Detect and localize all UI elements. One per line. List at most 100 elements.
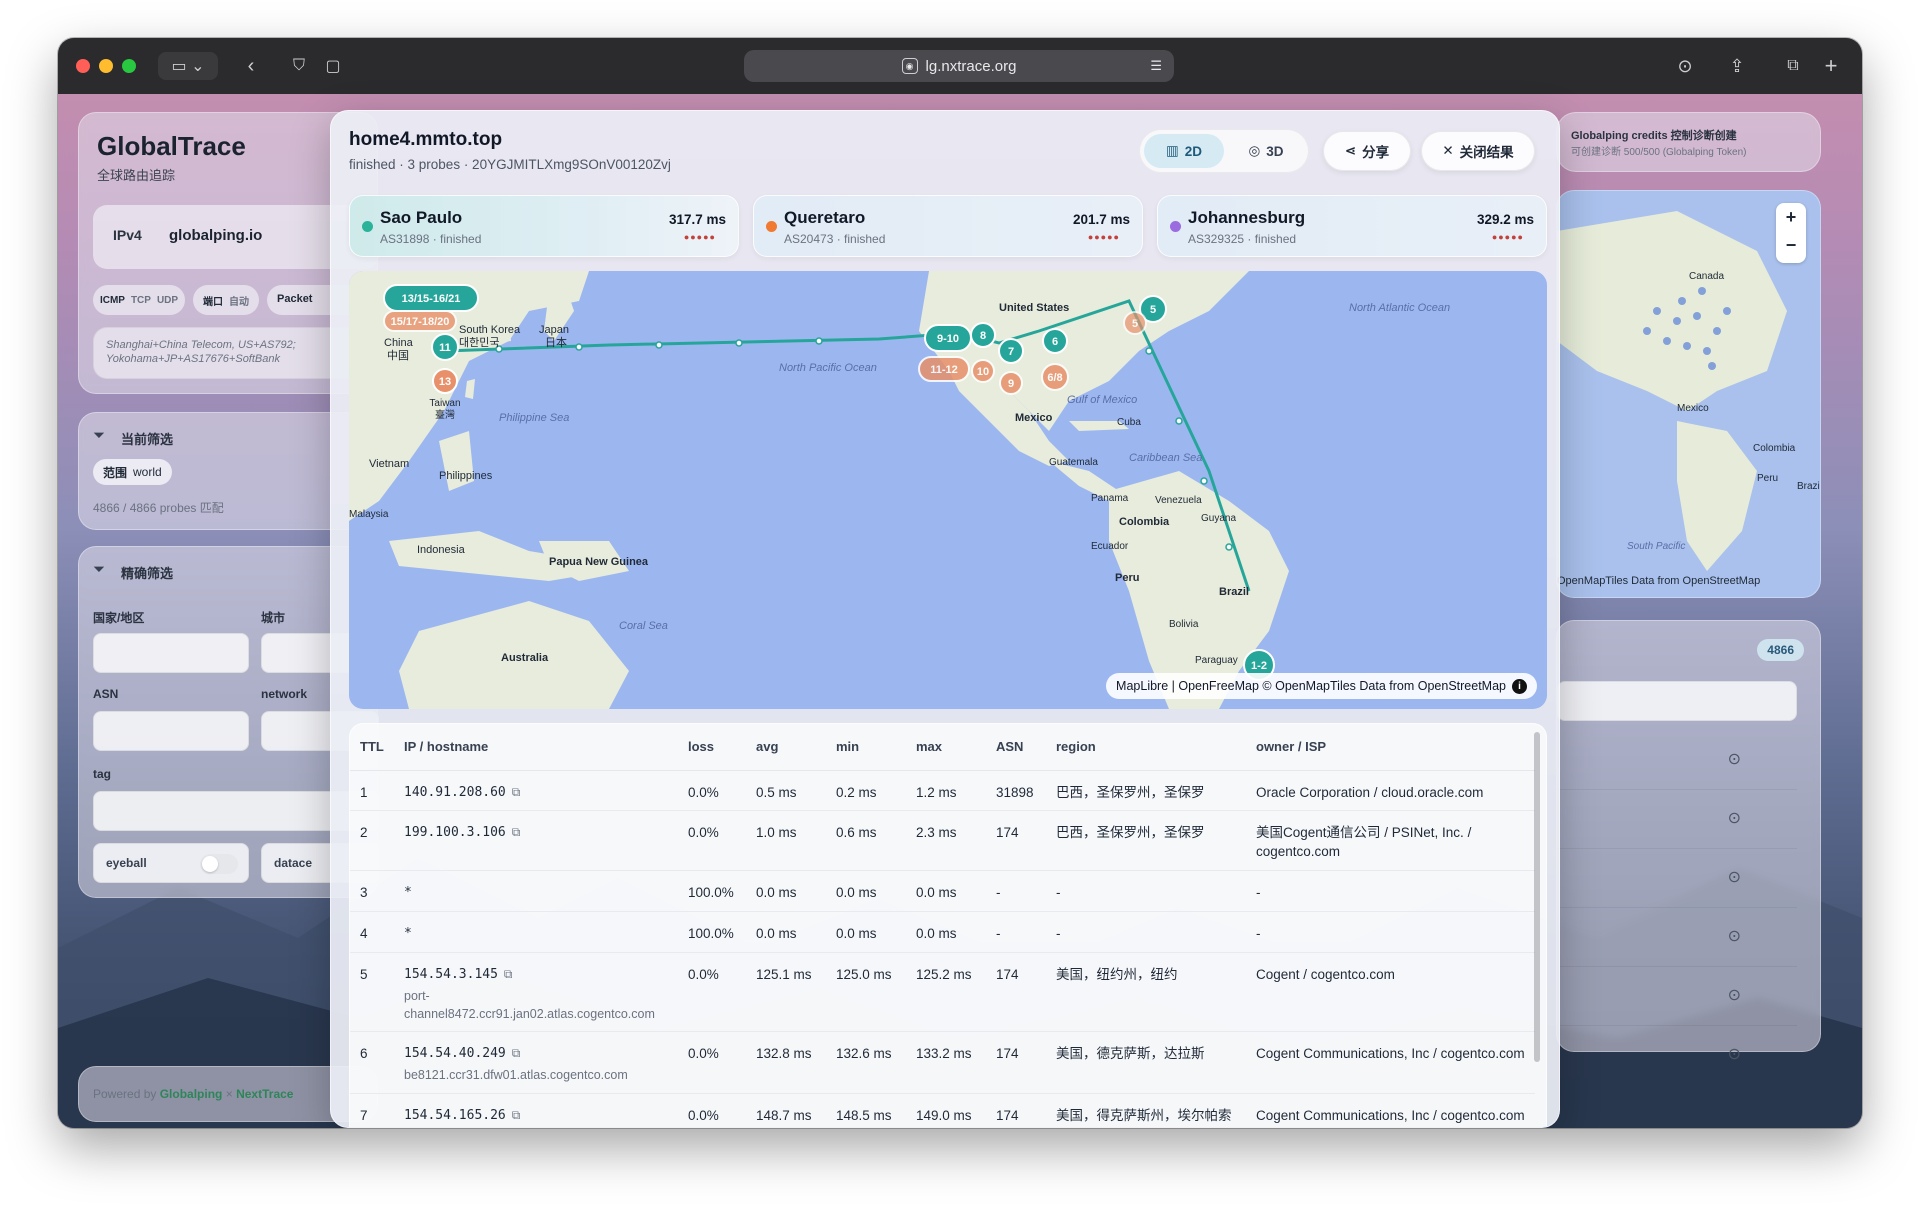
external-link-icon[interactable]: ⧉ [512, 824, 521, 841]
reader-icon[interactable]: ▢ [318, 52, 348, 80]
privacy-shield-icon[interactable]: ⛉ [284, 52, 314, 80]
table-row[interactable]: 5 154.54.3.145 ⧉ port-channel8472.ccr91.ja… [350, 952, 1535, 1033]
list-item[interactable]: ⊙ [1557, 849, 1797, 908]
probe-tab-sao-paulo[interactable]: Sao Paulo AS31898 · finished 317.7 ms ●●… [349, 195, 739, 257]
place-label-australia: Australia [501, 652, 549, 664]
list-item[interactable]: ⊙ [1557, 908, 1797, 967]
table-row[interactable]: 7 154.54.165.26 ⧉ 0.0% 148.7 ms 148.5 ms … [350, 1093, 1535, 1127]
powered-by-text: Powered by Globalping × NextTrace [93, 1087, 293, 1101]
hop-ip[interactable]: 154.54.40.249 [404, 1046, 506, 1061]
hop-min: 148.5 ms [826, 1093, 906, 1127]
hop-asn: 174 [986, 952, 1046, 1033]
table-row[interactable]: 1 140.91.208.60 ⧉ 0.0% 0.5 ms 0.2 ms 1.2 … [350, 770, 1535, 812]
hop-ip[interactable]: 154.54.3.145 [404, 967, 498, 982]
list-item[interactable]: ⊙ [1557, 790, 1797, 849]
port-selector[interactable]: 端口 自动 [193, 285, 259, 315]
hop-max: 1.2 ms [906, 770, 986, 812]
probe-search-input[interactable] [1557, 681, 1797, 721]
hop-loss: 0.0% [678, 770, 746, 812]
share-icon[interactable]: ⇪ [1722, 52, 1752, 80]
probe-asn: AS20473 · finished [784, 232, 886, 246]
hop-ip[interactable]: 154.54.165.26 [404, 1108, 506, 1123]
credits-title: Globalping credits 控制诊断创建 [1571, 130, 1737, 142]
nexttrace-link[interactable]: NextTrace [236, 1087, 293, 1101]
protocol-tcp[interactable]: TCP [131, 295, 151, 306]
hop-avg: 148.7 ms [746, 1093, 826, 1127]
table-row[interactable]: 2 199.100.3.106 ⧉ 0.0% 1.0 ms 0.6 ms 2.3 … [350, 810, 1535, 872]
list-item[interactable]: ⊙ [1557, 731, 1797, 790]
view-2d-button[interactable]: ▥ 2D [1144, 134, 1224, 168]
table-scrollbar[interactable] [1534, 732, 1540, 1062]
new-tab-icon[interactable]: + [1816, 52, 1846, 80]
location-pin-icon: ⊙ [1727, 1046, 1741, 1063]
hop-ip[interactable]: 199.100.3.106 [404, 825, 506, 840]
external-link-icon[interactable]: ⧉ [512, 1045, 521, 1062]
globalping-link[interactable]: Globalping [160, 1087, 223, 1101]
hop-ip-cell: 154.54.3.145 ⧉ port-channel8472.ccr91.jan0… [394, 952, 678, 1033]
hop-ip: * [394, 870, 678, 913]
land-philippines [439, 431, 474, 491]
close-window-button[interactable] [76, 59, 90, 73]
place-label-philippine-sea: Philippine Sea [499, 412, 569, 424]
hop-ip-cell: 154.54.40.249 ⧉ be8121.ccr31.dfw01.atlas.c… [394, 1031, 678, 1094]
provider-name[interactable]: globalping.io [169, 227, 262, 244]
browser-toolbar: ▭ ⌄ ‹ ⛉ ▢ ◉ lg.nxtrace.org ☰ ⊙ ⇪ ⧉ + [58, 38, 1862, 94]
download-icon[interactable]: ⊙ [1670, 52, 1700, 80]
hop-region: 美国，纽约州，纽约 [1046, 952, 1246, 1033]
table-row[interactable]: 3 * 100.0% 0.0 ms 0.0 ms 0.0 ms - - - [350, 870, 1535, 913]
table-row[interactable]: 6 154.54.40.249 ⧉ be8121.ccr31.dfw01.atlas… [350, 1031, 1535, 1094]
hop-asn: 174 [986, 810, 1046, 872]
list-item[interactable]: ⊙ [1557, 967, 1797, 1026]
sidebar-toggle-icon[interactable]: ▭ ⌄ [158, 52, 218, 80]
asn-input[interactable] [93, 711, 249, 751]
place-label-guatemala: Guatemala [1049, 457, 1098, 468]
hop-marker-11: 11 [431, 333, 459, 361]
external-link-icon[interactable]: ⧉ [504, 966, 513, 983]
place-label-taiwan: Taiwan [429, 398, 460, 409]
external-link-icon[interactable]: ⧉ [512, 784, 521, 801]
col-min: min [826, 724, 906, 771]
address-bar[interactable]: ◉ lg.nxtrace.org ☰ [744, 50, 1174, 82]
share-label: 分享 [1362, 145, 1390, 160]
hop-marker-11-label: 11 [439, 342, 451, 354]
ip-version-badge[interactable]: IPv4 [113, 227, 142, 243]
place-label-panama: Panama [1091, 493, 1129, 504]
hop-marker-13-label: 13 [439, 376, 451, 388]
place-label-peru: Peru [1115, 572, 1139, 584]
place-label-china-native: 中国 [387, 349, 409, 362]
col-asn: ASN [986, 724, 1046, 771]
close-results-button[interactable]: ✕ 关闭结果 [1421, 131, 1535, 171]
eyeball-toggle[interactable] [200, 854, 238, 874]
overview-map[interactable]: + − Canada Mexico Colombia Peru Brazil S… [1556, 190, 1821, 598]
share-button[interactable]: ⋖ 分享 [1323, 131, 1411, 171]
zoom-in-button[interactable]: + [1776, 207, 1806, 228]
probe-tab-queretaro[interactable]: Queretaro AS20473 · finished 201.7 ms ●●… [753, 195, 1143, 257]
zoom-out-button[interactable]: − [1776, 235, 1806, 256]
minimize-window-button[interactable] [99, 59, 113, 73]
protocol-icmp[interactable]: ICMP [100, 295, 125, 306]
protocol-udp[interactable]: UDP [157, 295, 178, 306]
hop-ip[interactable]: 140.91.208.60 [404, 785, 506, 800]
info-icon[interactable]: i [1512, 678, 1527, 694]
route-map[interactable]: 13/15-16/21 15/17-18/20 11 13 9-10 8 7 6… [349, 271, 1547, 709]
hop-avg: 0.0 ms [746, 870, 826, 913]
probe-asn: AS31898 · finished [380, 232, 482, 246]
probe-tab-johannesburg[interactable]: Johannesburg AS329325 · finished 329.2 m… [1157, 195, 1547, 257]
credits-card[interactable]: Globalping credits 控制诊断创建 可创建诊断 500/500 … [1556, 112, 1821, 172]
map-attribution: MapLibre | OpenFreeMap © OpenMapTiles Da… [1106, 673, 1537, 699]
place-label-guyana: Guyana [1201, 513, 1236, 524]
filter-chip[interactable]: 范围 world [93, 459, 172, 485]
hop-min: 125.0 ms [826, 952, 906, 1033]
table-row[interactable]: 4 * 100.0% 0.0 ms 0.0 ms 0.0 ms - - - [350, 911, 1535, 953]
country-input[interactable] [93, 633, 249, 673]
tabs-overview-icon[interactable]: ⧉ [1778, 52, 1808, 80]
eyeball-toggle-row[interactable]: eyeball [93, 843, 249, 883]
external-link-icon[interactable]: ⧉ [512, 1107, 521, 1124]
zoom-window-button[interactable] [122, 59, 136, 73]
back-icon[interactable]: ‹ [236, 52, 266, 80]
url-text: lg.nxtrace.org [925, 57, 1017, 75]
list-item[interactable]: ⊙ [1557, 1026, 1797, 1085]
powered-separator: × [225, 1087, 233, 1101]
view-3d-button[interactable]: ◎ 3D [1226, 134, 1306, 168]
page-menu-icon[interactable]: ☰ [1150, 58, 1162, 74]
